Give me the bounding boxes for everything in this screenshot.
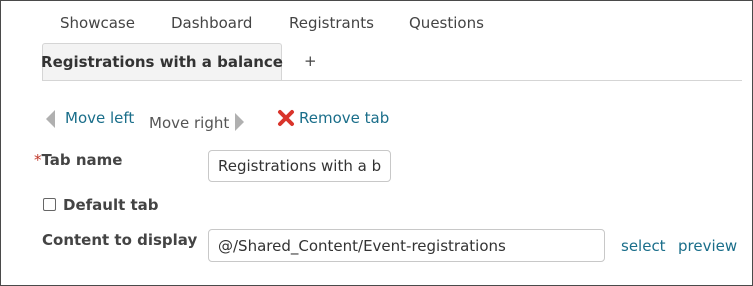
- tab-dashboard[interactable]: Dashboard: [171, 14, 252, 32]
- add-tab-button[interactable]: +: [304, 52, 317, 70]
- content-to-display-label: Content to display: [42, 231, 198, 249]
- default-tab-label: Default tab: [63, 196, 159, 214]
- move-right-label: Move right: [149, 114, 230, 132]
- remove-tab-link[interactable]: Remove tab: [299, 109, 389, 127]
- arrow-left-icon[interactable]: [46, 110, 55, 128]
- tab-name-label: *Tab name: [34, 151, 122, 169]
- tab-settings-panel: Showcase Dashboard Registrants Questions…: [0, 0, 753, 286]
- required-marker: *: [34, 151, 42, 169]
- tab-questions[interactable]: Questions: [409, 14, 484, 32]
- move-left-link[interactable]: Move left: [65, 109, 134, 127]
- preview-link[interactable]: preview: [678, 237, 737, 255]
- tab-strip-divider: [42, 80, 742, 81]
- content-path-input[interactable]: [208, 229, 605, 262]
- tab-registrants[interactable]: Registrants: [289, 14, 374, 32]
- tab-name-input[interactable]: [208, 150, 391, 182]
- tab-showcase[interactable]: Showcase: [60, 14, 135, 32]
- default-tab-checkbox[interactable]: [43, 198, 56, 211]
- tab-registrations-with-balance[interactable]: Registrations with a balance: [41, 43, 283, 80]
- tab-name-label-text: Tab name: [41, 151, 123, 169]
- remove-icon[interactable]: [277, 109, 295, 127]
- arrow-right-icon[interactable]: [235, 113, 244, 131]
- select-link[interactable]: select: [621, 237, 666, 255]
